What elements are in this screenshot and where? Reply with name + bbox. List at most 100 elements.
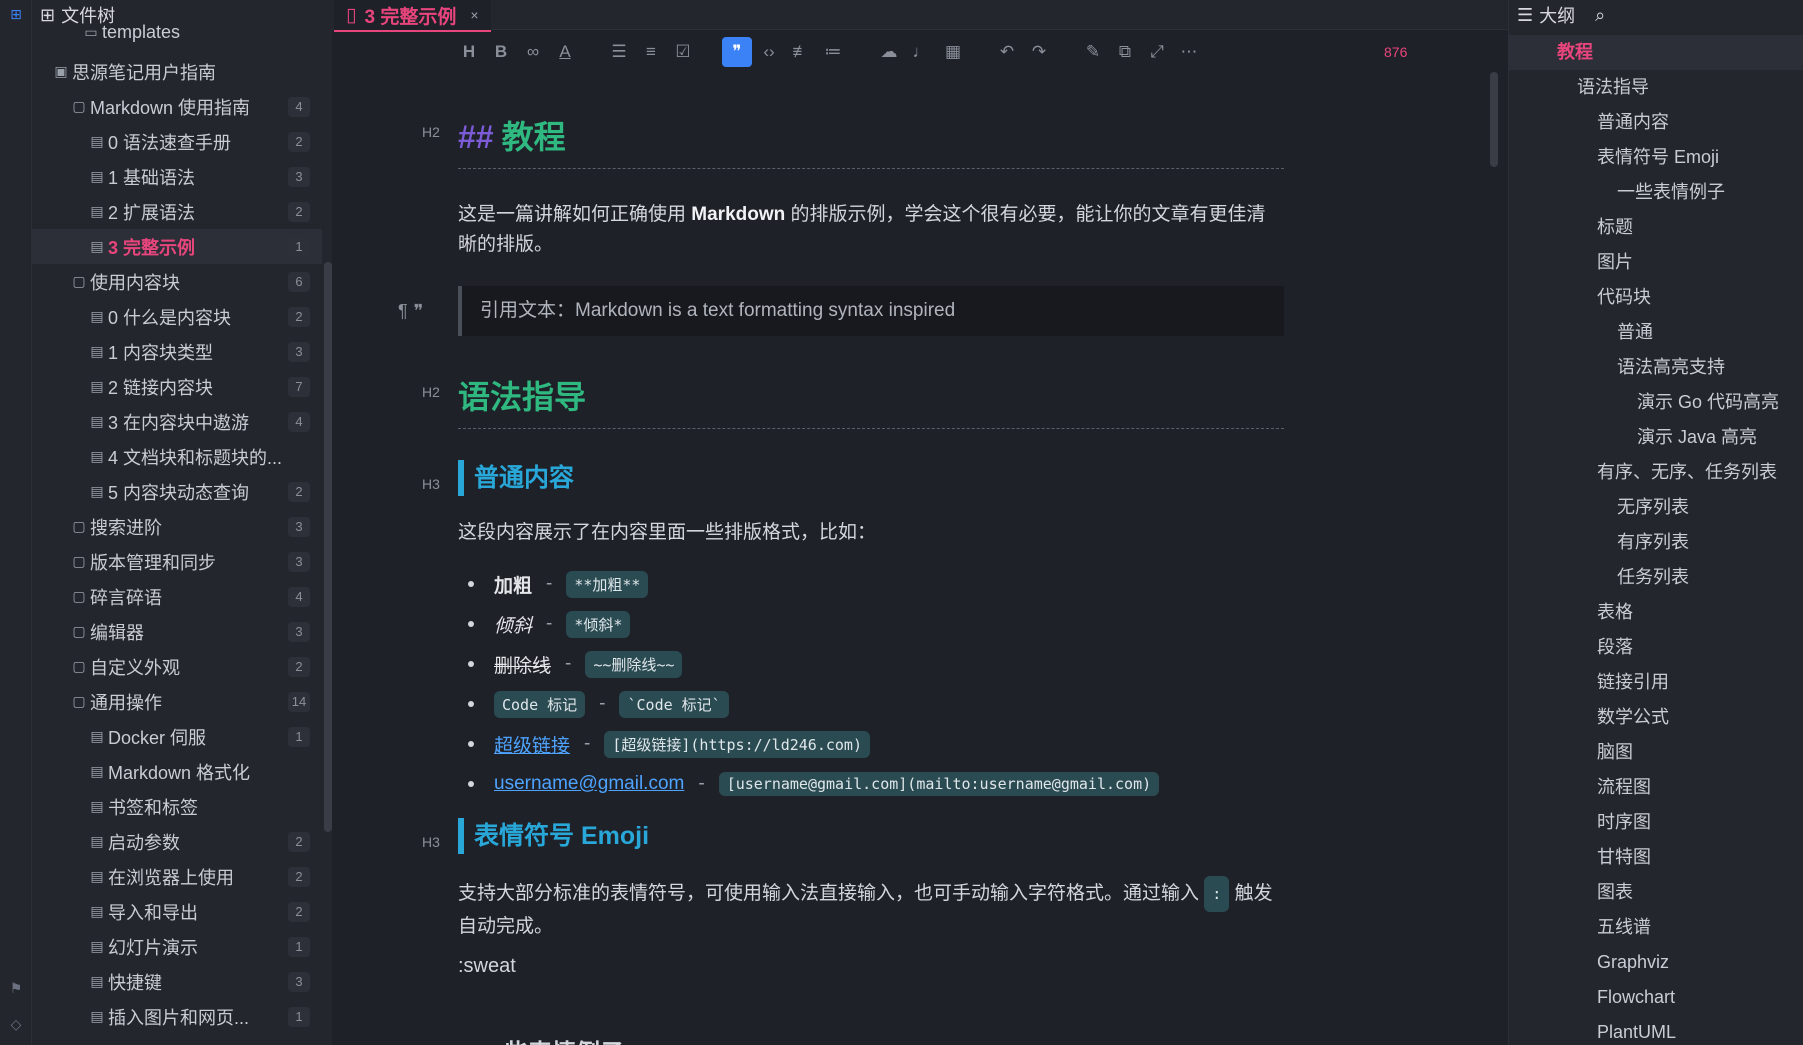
outline-item[interactable]: 脑图 bbox=[1597, 735, 1633, 770]
tag-icon[interactable]: ◇ bbox=[6, 1014, 26, 1034]
more-icon[interactable]: ⋯ bbox=[1174, 37, 1204, 67]
table-icon[interactable]: ▦ bbox=[938, 37, 968, 67]
tree-item[interactable]: ▤ 5 内容块动态查询 2 bbox=[32, 474, 322, 509]
editor-scrollbar[interactable] bbox=[1490, 72, 1498, 167]
tree-item[interactable]: ▤ 幻灯片演示 1 bbox=[32, 929, 322, 964]
list-item[interactable]: 加粗 - **加粗** bbox=[458, 564, 1284, 604]
redo-icon[interactable]: ↷ bbox=[1024, 37, 1054, 67]
block-type-icons[interactable]: ¶❞ bbox=[398, 301, 429, 322]
link-icon[interactable]: ∞ bbox=[518, 37, 548, 67]
code-icon[interactable]: ‹› bbox=[754, 37, 784, 67]
tree-item[interactable]: ▢ 自定义外观 2 bbox=[32, 649, 322, 684]
outline-item[interactable]: Flowchart bbox=[1597, 980, 1675, 1015]
tree-item[interactable]: ▤ 2 链接内容块 7 bbox=[32, 369, 322, 404]
close-icon[interactable]: × bbox=[470, 7, 478, 23]
microphone-icon[interactable]: ♩ bbox=[906, 37, 936, 67]
tree-item[interactable]: ▤ 3 在内容块中遨游 4 bbox=[32, 404, 322, 439]
edit-icon[interactable]: ✎ bbox=[1078, 37, 1108, 67]
tree-item[interactable]: ▤ 1 内容块类型 3 bbox=[32, 334, 322, 369]
checkbox-icon[interactable]: ☑ bbox=[668, 37, 698, 67]
open-external-icon[interactable]: ⧉ bbox=[1110, 37, 1140, 67]
tree-item[interactable]: ▢ 编辑器 3 bbox=[32, 614, 322, 649]
heading-tutorial[interactable]: ## 教程 bbox=[458, 112, 1284, 169]
tree-item[interactable]: ▤ 3 完整示例 1 bbox=[32, 229, 322, 264]
outline-item[interactable]: 任务列表 bbox=[1617, 560, 1689, 595]
outline-item[interactable]: 时序图 bbox=[1597, 805, 1651, 840]
font-color-icon[interactable]: A bbox=[550, 37, 580, 67]
heading-emoji-examples[interactable]: 一些表情例子 bbox=[480, 1033, 624, 1045]
outline-item[interactable]: Graphviz bbox=[1597, 945, 1669, 980]
tree-item[interactable]: ▤ 在浏览器上使用 2 bbox=[32, 859, 322, 894]
list-item[interactable]: Code 标记 - `Code 标记` bbox=[458, 684, 1284, 724]
tree-item[interactable]: ▤ 2 扩展语法 2 bbox=[32, 194, 322, 229]
fullscreen-icon[interactable]: ⤢ bbox=[1142, 37, 1172, 67]
tree-item[interactable]: ▣ 思源笔记用户指南 bbox=[32, 54, 322, 89]
bold-icon[interactable]: B bbox=[486, 37, 516, 67]
outline-item[interactable]: 五线谱 bbox=[1597, 910, 1651, 945]
outline-item[interactable]: 演示 Go 代码高亮 bbox=[1637, 385, 1779, 420]
table-row-icon[interactable]: ≔ bbox=[818, 37, 848, 67]
emoji-autocomplete-text[interactable]: :sweat bbox=[458, 955, 516, 978]
tab-active-doc[interactable]: ▯ 3 完整示例 × bbox=[334, 0, 491, 32]
quote-icon[interactable]: ❞ bbox=[722, 37, 752, 67]
search-icon[interactable]: ⌕ bbox=[1595, 5, 1605, 26]
outline-item[interactable]: 流程图 bbox=[1597, 770, 1651, 805]
outline-item[interactable]: 有序列表 bbox=[1617, 525, 1689, 560]
heading-emoji[interactable]: 表情符号 Emoji bbox=[458, 818, 649, 854]
blockquote[interactable]: 引用文本：Markdown is a text formatting synta… bbox=[458, 286, 1284, 336]
tree-item[interactable]: ▤ 导入和导出 2 bbox=[32, 894, 322, 929]
outline-item[interactable]: 标题 bbox=[1597, 210, 1633, 245]
emoji-paragraph[interactable]: 支持大部分标准的表情符号，可使用输入法直接输入，也可手动输入字符格式。通过输入 … bbox=[458, 876, 1284, 942]
outline-item[interactable]: 代码块 bbox=[1597, 280, 1651, 315]
inline-code-icon[interactable]: ≢ bbox=[786, 37, 816, 67]
ordered-list-icon[interactable]: ≡ bbox=[636, 37, 666, 67]
heading-icon[interactable]: H bbox=[454, 37, 484, 67]
file-tree-icon[interactable]: ⊞ bbox=[6, 4, 26, 24]
tree-item[interactable]: ▢ 使用内容块 6 bbox=[32, 264, 322, 299]
tree-item[interactable]: ▤ 4 文档块和标题块的... bbox=[32, 439, 322, 474]
outline-item[interactable]: 普通内容 bbox=[1597, 105, 1669, 140]
tree-item[interactable]: ▤ Markdown 格式化 bbox=[32, 754, 322, 789]
list-item[interactable]: 倾斜 - *倾斜* bbox=[458, 604, 1284, 644]
tree-item[interactable]: ▤ 快捷键 3 bbox=[32, 964, 322, 999]
tree-item[interactable]: ▤ 启动参数 2 bbox=[32, 824, 322, 859]
outline-item[interactable]: 语法高亮支持 bbox=[1617, 350, 1725, 385]
outline-item[interactable]: 演示 Java 高亮 bbox=[1637, 420, 1757, 455]
hyperlink[interactable]: 超级链接 bbox=[494, 731, 570, 758]
document-content[interactable]: H2 ## 教程 这是一篇讲解如何正确使用 Markdown 的排版示例，学会这个… bbox=[332, 72, 1508, 1045]
outline-item[interactable]: 表格 bbox=[1597, 595, 1633, 630]
undo-icon[interactable]: ↶ bbox=[992, 37, 1022, 67]
upload-icon[interactable]: ☁ bbox=[874, 37, 904, 67]
list-item[interactable]: 删除线 - ~~删除线~~ bbox=[458, 644, 1284, 684]
tree-item[interactable]: ▢ 版本管理和同步 3 bbox=[32, 544, 322, 579]
bookmark-icon[interactable]: ⚑ bbox=[6, 978, 26, 998]
list-item[interactable]: username@gmail.com - [username@gmail.com](… bbox=[458, 764, 1284, 804]
outline-item[interactable]: 教程 bbox=[1557, 35, 1593, 70]
heading-syntax-guide[interactable]: 语法指导 bbox=[458, 372, 1284, 429]
intro-paragraph[interactable]: 这是一篇讲解如何正确使用 Markdown 的排版示例，学会这个很有必要，能让你… bbox=[458, 200, 1284, 260]
tree-item[interactable]: ▤ 1 基础语法 3 bbox=[32, 159, 322, 194]
outline-item[interactable]: 段落 bbox=[1597, 630, 1633, 665]
email-link[interactable]: username@gmail.com bbox=[494, 773, 684, 795]
bullet-list-icon[interactable]: ☰ bbox=[604, 37, 634, 67]
outline-item[interactable]: 甘特图 bbox=[1597, 840, 1651, 875]
outline-item[interactable]: 无序列表 bbox=[1617, 490, 1689, 525]
tree-item-templates[interactable]: ▭ templates bbox=[32, 20, 322, 44]
tree-item[interactable]: ▤ 0 什么是内容块 2 bbox=[32, 299, 322, 334]
outline-item[interactable]: 一些表情例子 bbox=[1617, 175, 1725, 210]
normal-intro-paragraph[interactable]: 这段内容展示了在内容里面一些排版格式，比如： bbox=[458, 518, 1284, 548]
outline-item[interactable]: 表情符号 Emoji bbox=[1597, 140, 1719, 175]
tree-item[interactable]: ▢ 碎言碎语 4 bbox=[32, 579, 322, 614]
file-tree-scrollbar[interactable] bbox=[324, 262, 332, 832]
outline-item[interactable]: 语法指导 bbox=[1577, 70, 1649, 105]
outline-item[interactable]: 链接引用 bbox=[1597, 665, 1669, 700]
tree-item[interactable]: ▢ Markdown 使用指南 4 bbox=[32, 89, 322, 124]
outline-item[interactable]: 数学公式 bbox=[1597, 700, 1669, 735]
list-item[interactable]: 超级链接 - [超级链接](https://ld246.com) bbox=[458, 724, 1284, 764]
outline-item[interactable]: 图片 bbox=[1597, 245, 1633, 280]
tree-item[interactable]: ▤ Docker 伺服 1 bbox=[32, 719, 322, 754]
heading-normal-content[interactable]: 普通内容 bbox=[458, 460, 574, 496]
tree-item[interactable]: ▤ 插入图片和网页... 1 bbox=[32, 999, 322, 1034]
tree-item[interactable]: ▢ 通用操作 14 bbox=[32, 684, 322, 719]
outline-item[interactable]: 图表 bbox=[1597, 875, 1633, 910]
